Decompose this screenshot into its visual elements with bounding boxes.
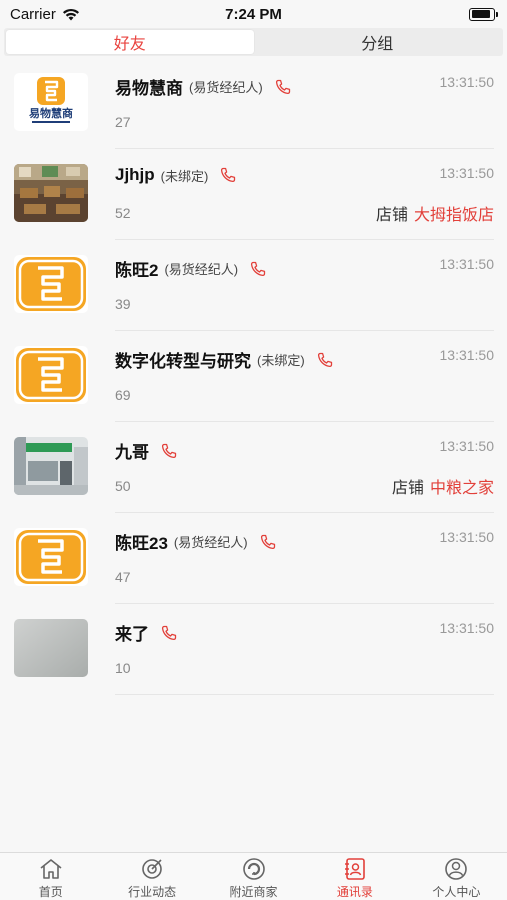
wifi-icon: [62, 8, 79, 20]
contact-time: 13:31:50: [439, 438, 495, 454]
contact-name-line: 陈旺23 (易货经纪人): [115, 529, 276, 554]
nearby-icon: [241, 857, 267, 881]
tab-bar-item[interactable]: 首页: [0, 853, 101, 900]
contact-row[interactable]: 陈旺2 (易货经纪人) 13:31:50 39: [0, 240, 507, 331]
row-divider: [115, 694, 494, 695]
tab-bar-item[interactable]: 通讯录: [304, 853, 405, 900]
battery-fill: [471, 10, 491, 18]
carrier-label: Carrier: [10, 5, 56, 23]
contact-id: 52: [115, 205, 131, 221]
store-info: 店铺 中粮之家: [392, 474, 494, 498]
tab-bar-label: 附近商家: [229, 885, 278, 899]
contact-time: 13:31:50: [439, 74, 495, 90]
avatar: [14, 346, 88, 404]
status-left: Carrier: [10, 6, 80, 23]
avatar: 易物慧商: [14, 73, 88, 131]
tab-bar: 首页 行业动态 附近商家 通讯录 个人中心: [0, 852, 507, 900]
avatar: [14, 619, 88, 677]
tab-bar-label: 通讯录: [336, 885, 373, 899]
contacts-icon: [342, 857, 368, 881]
trend-icon: [139, 857, 165, 881]
contact-row[interactable]: 陈旺23 (易货经纪人) 13:31:50 47: [0, 513, 507, 604]
svg-text:易物慧商: 易物慧商: [29, 106, 73, 120]
home-icon: [38, 857, 64, 881]
profile-icon: [443, 857, 469, 881]
phone-icon[interactable]: [161, 443, 177, 459]
contact-name: 易物慧商: [115, 79, 183, 98]
store-info: 店铺 大拇指饭店: [376, 201, 494, 225]
contact-id: 27: [115, 114, 131, 130]
contact-name: Jjhjp: [115, 165, 155, 184]
contact-id: 50: [115, 478, 131, 494]
contact-name: 来了: [115, 625, 149, 644]
contact-name-line: 易物慧商 (易货经纪人): [115, 74, 291, 99]
tab-bar-item[interactable]: 附近商家: [203, 853, 304, 900]
phone-icon[interactable]: [275, 79, 291, 95]
phone-icon[interactable]: [161, 625, 177, 641]
contact-role: (易货经纪人): [164, 262, 239, 277]
store-label: 店铺: [375, 207, 408, 224]
store-label: 店铺: [391, 480, 424, 497]
contact-row[interactable]: Jjhjp (未绑定) 13:31:50 52 店铺 大拇指饭店: [0, 149, 507, 240]
tab-groups[interactable]: 分组: [254, 30, 502, 54]
battery-icon: [469, 7, 498, 21]
contact-time: 13:31:50: [439, 165, 495, 181]
phone-icon[interactable]: [317, 352, 333, 368]
contact-row[interactable]: 数字化转型与研究 (未绑定) 13:31:50 69: [0, 331, 507, 422]
contact-time: 13:31:50: [439, 620, 495, 636]
tab-bar-item[interactable]: 个人中心: [406, 853, 507, 900]
phone-icon[interactable]: [260, 534, 276, 550]
phone-icon[interactable]: [250, 261, 266, 277]
status-bar: Carrier 7:24 PM: [0, 0, 507, 28]
contact-name-line: 来了: [115, 620, 177, 645]
contact-name: 数字化转型与研究: [115, 352, 251, 371]
phone-icon[interactable]: [220, 167, 236, 183]
contact-role: (易货经纪人): [189, 80, 263, 95]
contact-list: 易物慧商 易物慧商 (易货经纪人) 13:31:50 27 Jjhjp (未绑定) 13:…: [0, 58, 507, 695]
contact-role: (未绑定): [257, 353, 305, 368]
contact-time: 13:31:50: [439, 529, 495, 545]
store-name-link[interactable]: 中粮之家: [430, 480, 494, 497]
contact-name: 九哥: [115, 443, 149, 462]
contact-name: 陈旺23: [115, 534, 168, 553]
tab-bar-label: 行业动态: [128, 885, 177, 899]
tab-bar-label: 个人中心: [432, 885, 481, 899]
contact-id: 10: [115, 660, 131, 676]
tab-bar-label: 首页: [38, 885, 63, 899]
avatar: [14, 164, 88, 222]
avatar: [14, 437, 88, 495]
contact-time: 13:31:50: [439, 347, 495, 363]
store-name-link[interactable]: 大拇指饭店: [414, 207, 494, 224]
contact-row[interactable]: 九哥 13:31:50 50 店铺 中粮之家: [0, 422, 507, 513]
contact-name-line: Jjhjp (未绑定): [115, 165, 236, 185]
tab-friends[interactable]: 好友: [6, 30, 254, 54]
contact-row[interactable]: 易物慧商 易物慧商 (易货经纪人) 13:31:50 27: [0, 58, 507, 149]
contact-name-line: 九哥: [115, 438, 177, 463]
contact-id: 39: [115, 296, 131, 312]
contact-name-line: 数字化转型与研究 (未绑定): [115, 347, 333, 372]
contact-role: (易货经纪人): [173, 535, 248, 550]
contact-name-line: 陈旺2 (易货经纪人): [115, 256, 266, 281]
tab-bar-item[interactable]: 行业动态: [101, 853, 202, 900]
contact-row[interactable]: 来了 13:31:50 10: [0, 604, 507, 695]
avatar: [14, 528, 88, 586]
contact-time: 13:31:50: [439, 256, 495, 272]
contact-id: 47: [115, 569, 131, 585]
contact-id: 69: [115, 387, 131, 403]
avatar: [14, 255, 88, 313]
segmented-control: 好友 分组: [4, 28, 503, 56]
contact-name: 陈旺2: [115, 261, 159, 280]
contact-role: (未绑定): [160, 168, 209, 184]
